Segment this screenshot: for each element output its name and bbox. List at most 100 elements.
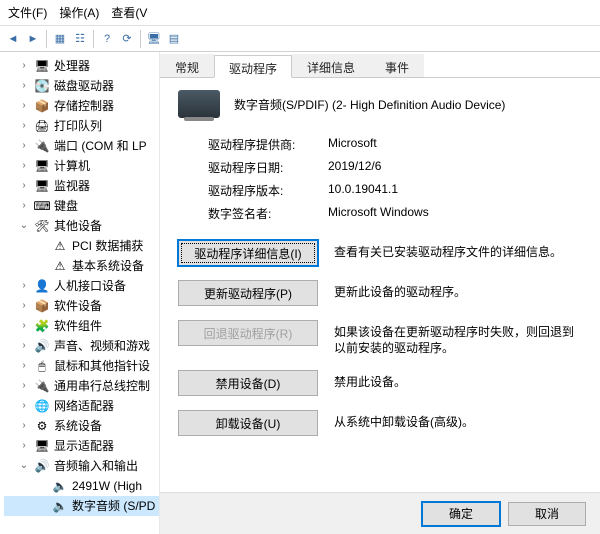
- tree-item[interactable]: ›🖥显示适配器: [4, 436, 159, 456]
- twisty-icon[interactable]: ›: [18, 377, 30, 395]
- scan-icon[interactable]: ⟳: [118, 30, 136, 48]
- tree-item[interactable]: ⚠基本系统设备: [4, 256, 159, 276]
- twisty-icon[interactable]: ›: [18, 337, 30, 355]
- tree-item-label: 系统设备: [54, 417, 102, 435]
- tree-item[interactable]: ›🖥处理器: [4, 56, 159, 76]
- tree-item-label: 通用串行总线控制: [54, 377, 150, 395]
- tree-item[interactable]: ›📦软件设备: [4, 296, 159, 316]
- forward-icon[interactable]: ►: [24, 30, 42, 48]
- tree-item[interactable]: ⌄🔊音频输入和输出: [4, 456, 159, 476]
- device-category-icon: ⚙: [34, 418, 50, 434]
- tree-item-label: 人机接口设备: [54, 277, 126, 295]
- twisty-icon[interactable]: ›: [18, 197, 30, 215]
- tree-item-label: 磁盘驱动器: [54, 77, 114, 95]
- driver-details-button[interactable]: 驱动程序详细信息(I): [178, 240, 318, 266]
- dialog-buttons: 确定 取消: [160, 492, 600, 534]
- twisty-icon[interactable]: ›: [18, 97, 30, 115]
- device-category-icon: 🔈: [52, 478, 68, 494]
- tree-item-label: 数字音频 (S/PD: [72, 497, 155, 515]
- tree-item[interactable]: ›⌨键盘: [4, 196, 159, 216]
- cancel-button[interactable]: 取消: [508, 502, 586, 526]
- device-image-icon: [178, 90, 220, 118]
- tree-item[interactable]: ›🧩软件组件: [4, 316, 159, 336]
- extra-icon[interactable]: ▤: [165, 30, 183, 48]
- back-icon[interactable]: ◄: [4, 30, 22, 48]
- device-category-icon: 🧩: [34, 318, 50, 334]
- tree-item-label: 声音、视频和游戏: [54, 337, 150, 355]
- twisty-icon[interactable]: ›: [18, 117, 30, 135]
- version-value: 10.0.19041.1: [328, 182, 398, 199]
- tree-item[interactable]: ›🖥计算机: [4, 156, 159, 176]
- device-icon[interactable]: 🖥: [145, 30, 163, 48]
- device-category-icon: 🖥: [34, 158, 50, 174]
- device-title: 数字音频(S/PDIF) (2- High Definition Audio D…: [234, 96, 505, 113]
- twisty-icon[interactable]: ›: [18, 437, 30, 455]
- device-category-icon: 👤: [34, 278, 50, 294]
- tree-item[interactable]: ›🔊声音、视频和游戏: [4, 336, 159, 356]
- version-label: 驱动程序版本:: [208, 182, 328, 199]
- tree-item[interactable]: ⌄🛠其他设备: [4, 216, 159, 236]
- tree-item[interactable]: 🔈2491W (High: [4, 476, 159, 496]
- tree-item[interactable]: ›🔌通用串行总线控制: [4, 376, 159, 396]
- ok-button[interactable]: 确定: [422, 502, 500, 526]
- tree-item[interactable]: ›👤人机接口设备: [4, 276, 159, 296]
- rollback-driver-button: 回退驱动程序(R): [178, 320, 318, 346]
- tab-general[interactable]: 常规: [160, 54, 214, 77]
- twisty-icon[interactable]: ›: [18, 277, 30, 295]
- tree-item-label: 监视器: [54, 177, 90, 195]
- signer-label: 数字签名者:: [208, 205, 328, 222]
- help-icon[interactable]: ?: [98, 30, 116, 48]
- signer-value: Microsoft Windows: [328, 205, 429, 222]
- provider-value: Microsoft: [328, 136, 377, 153]
- twisty-icon[interactable]: ›: [18, 297, 30, 315]
- tree-item[interactable]: ›🖨打印队列: [4, 116, 159, 136]
- device-category-icon: 📦: [34, 98, 50, 114]
- tree-item[interactable]: ›💽磁盘驱动器: [4, 76, 159, 96]
- show-icon[interactable]: ▦: [51, 30, 69, 48]
- twisty-icon[interactable]: ›: [18, 137, 30, 155]
- tree-item[interactable]: ›⚙系统设备: [4, 416, 159, 436]
- tree-item[interactable]: 🔈数字音频 (S/PD: [4, 496, 159, 516]
- tree-item-label: 鼠标和其他指针设: [54, 357, 150, 375]
- menu-view[interactable]: 查看(V: [107, 2, 151, 23]
- uninstall-device-button[interactable]: 卸载设备(U): [178, 410, 318, 436]
- twisty-icon[interactable]: ›: [18, 57, 30, 75]
- tree-item[interactable]: ›🖱鼠标和其他指针设: [4, 356, 159, 376]
- tree-item-label: 软件设备: [54, 297, 102, 315]
- rollback-driver-desc: 如果该设备在更新驱动程序时失败，则回退到以前安装的驱动程序。: [334, 320, 582, 356]
- tab-driver[interactable]: 驱动程序: [214, 55, 292, 78]
- device-category-icon: 📦: [34, 298, 50, 314]
- tree-item[interactable]: ⚠PCI 数据捕获: [4, 236, 159, 256]
- disable-device-button[interactable]: 禁用设备(D): [178, 370, 318, 396]
- tree-item[interactable]: ›📦存储控制器: [4, 96, 159, 116]
- tree-item-label: 其他设备: [54, 217, 102, 235]
- twisty-icon[interactable]: ›: [18, 317, 30, 335]
- twisty-icon[interactable]: ›: [18, 397, 30, 415]
- menu-action[interactable]: 操作(A): [55, 2, 103, 23]
- device-category-icon: 🔌: [34, 378, 50, 394]
- device-category-icon: ⚠: [52, 258, 68, 274]
- twisty-icon[interactable]: ›: [18, 357, 30, 375]
- menu-bar: 文件(F) 操作(A) 查看(V: [0, 0, 600, 26]
- tree-item-label: 基本系统设备: [72, 257, 144, 275]
- tree-item[interactable]: ›🖥监视器: [4, 176, 159, 196]
- tab-events[interactable]: 事件: [370, 54, 424, 77]
- tab-details[interactable]: 详细信息: [292, 54, 370, 77]
- twisty-icon[interactable]: ⌄: [18, 457, 30, 475]
- device-category-icon: 🛠: [34, 218, 50, 234]
- tree-item[interactable]: ›🌐网络适配器: [4, 396, 159, 416]
- device-tree[interactable]: ›🖥处理器›💽磁盘驱动器›📦存储控制器›🖨打印队列›🔌端口 (COM 和 LP›…: [0, 52, 160, 534]
- twisty-icon[interactable]: ›: [18, 157, 30, 175]
- menu-file[interactable]: 文件(F): [4, 2, 51, 23]
- toolbar: ◄ ► ▦ ☷ ? ⟳ 🖥 ▤: [0, 26, 600, 52]
- device-category-icon: 🖨: [34, 118, 50, 134]
- twisty-icon[interactable]: ›: [18, 77, 30, 95]
- tree-icon[interactable]: ☷: [71, 30, 89, 48]
- tree-item[interactable]: ›🔌端口 (COM 和 LP: [4, 136, 159, 156]
- device-category-icon: 🔊: [34, 458, 50, 474]
- update-driver-button[interactable]: 更新驱动程序(P): [178, 280, 318, 306]
- twisty-icon[interactable]: ›: [18, 177, 30, 195]
- device-category-icon: 💽: [34, 78, 50, 94]
- twisty-icon[interactable]: ›: [18, 417, 30, 435]
- twisty-icon[interactable]: ⌄: [18, 217, 30, 235]
